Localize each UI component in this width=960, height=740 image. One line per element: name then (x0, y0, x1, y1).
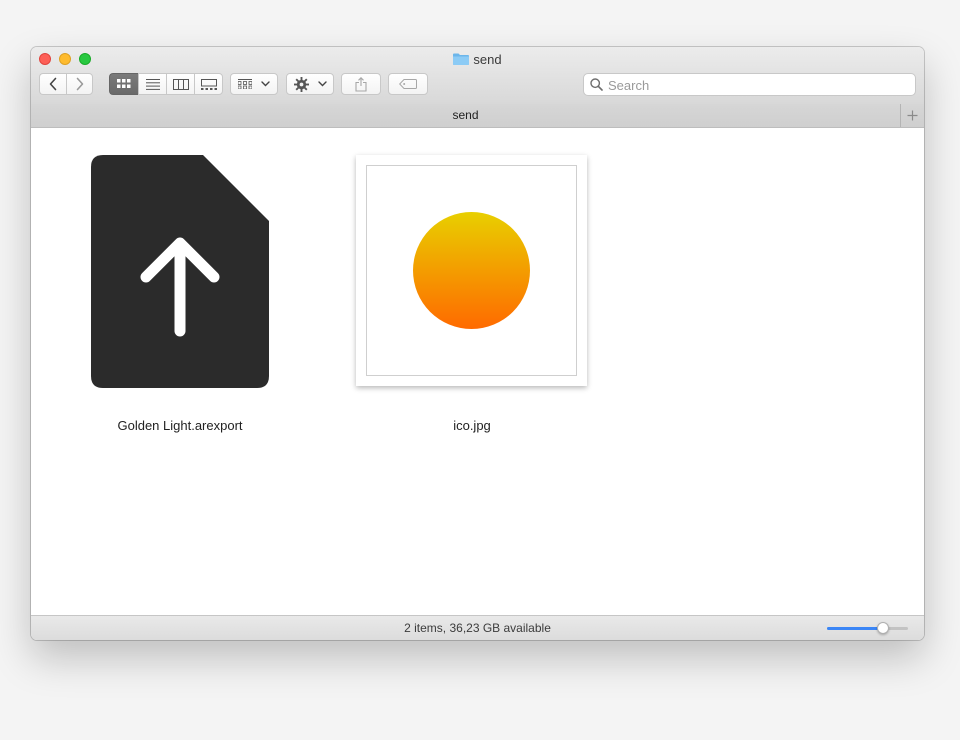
file-name: Golden Light.arexport (117, 418, 243, 433)
status-bar: 2 items, 36,23 GB available (31, 615, 924, 640)
list-view-icon (145, 78, 160, 90)
icon-size-slider[interactable] (827, 622, 908, 634)
slider-fill (827, 627, 883, 630)
folder-icon (453, 53, 470, 65)
chevron-right-icon (76, 77, 83, 91)
file-upload-icon (91, 155, 269, 388)
share-button[interactable] (341, 73, 381, 95)
slider-knob[interactable] (876, 622, 889, 634)
finder-window: send Search send Golden Light.arexport i… (31, 47, 924, 640)
share-icon (355, 76, 367, 92)
plus-icon (907, 110, 918, 121)
new-tab-button[interactable] (900, 104, 924, 127)
titlebar: send (31, 47, 924, 105)
gallery-view-icon (200, 78, 217, 90)
search-field[interactable] (583, 73, 916, 96)
icon-view-icon (117, 79, 131, 88)
window-title-text: send (473, 52, 502, 67)
status-text: 2 items, 36,23 GB available (404, 621, 551, 635)
forward-button[interactable] (66, 73, 93, 95)
file-name: ico.jpg (453, 418, 491, 433)
window-title: send (31, 51, 924, 69)
action-button[interactable] (286, 73, 334, 95)
icon-view-button[interactable] (109, 73, 138, 95)
tab-send[interactable]: send (31, 104, 900, 127)
search-input[interactable] (606, 75, 910, 96)
search-icon (590, 78, 603, 91)
chevron-left-icon (49, 77, 57, 91)
column-view-icon (172, 78, 189, 90)
column-view-button[interactable] (166, 73, 194, 95)
tag-icon (399, 79, 417, 89)
group-by-icon (238, 79, 252, 89)
group-by-button[interactable] (230, 73, 278, 95)
gear-icon (293, 76, 309, 92)
chevron-down-icon (317, 81, 327, 87)
back-button[interactable] (39, 73, 66, 95)
chevron-down-icon (261, 81, 270, 87)
gallery-view-button[interactable] (194, 73, 223, 95)
tab-bar: send (31, 104, 924, 128)
file-item[interactable]: ico.jpg (372, 128, 572, 448)
file-item[interactable]: Golden Light.arexport (80, 128, 280, 448)
list-view-button[interactable] (138, 73, 166, 95)
file-browser-content: Golden Light.arexport ico.jpg (31, 128, 924, 615)
tag-button[interactable] (388, 73, 428, 95)
